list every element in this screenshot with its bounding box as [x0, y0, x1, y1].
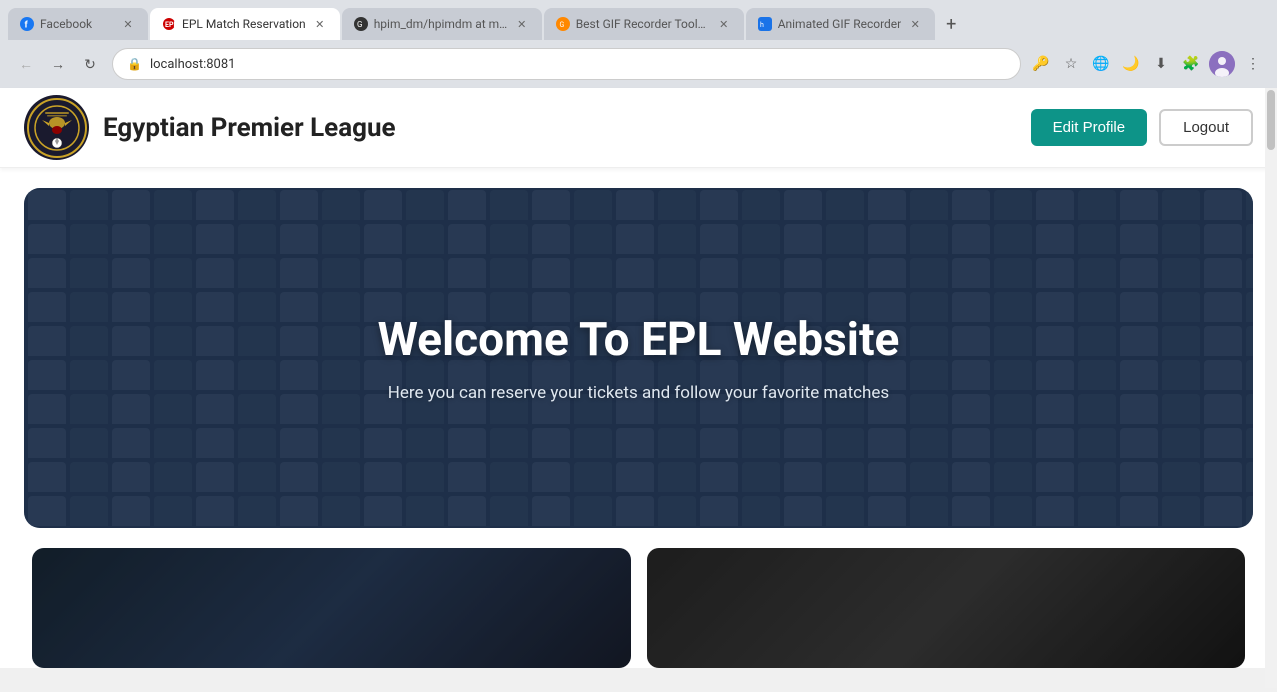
- gif-tools-favicon: G: [556, 17, 570, 31]
- download-icon[interactable]: ⬇: [1149, 52, 1173, 76]
- card-right-overlay: [647, 548, 1246, 668]
- svg-text:h: h: [760, 21, 764, 29]
- profile-avatar[interactable]: [1209, 51, 1235, 77]
- tab-bar: f Facebook ✕ EPL EPL Match Reservation ✕: [0, 0, 1277, 40]
- tab-github-title: hpim_dm/hpimdm at ma...: [374, 17, 508, 31]
- bottom-card-right[interactable]: [647, 548, 1246, 668]
- url-text: localhost:8081: [150, 57, 1006, 72]
- tab-gif-recorder-title: Animated GIF Recorder: [778, 17, 902, 31]
- navbar-actions: Edit Profile Logout: [1031, 109, 1253, 146]
- hero-section: Welcome To EPL Website Here you can rese…: [24, 188, 1253, 528]
- browser-actions: 🔑 ☆ 🌐 🌙 ⬇ 🧩 ⋮: [1029, 51, 1265, 77]
- hero-subtitle: Here you can reserve your tickets and fo…: [378, 383, 900, 403]
- tab-gif-tools-close[interactable]: ✕: [716, 16, 732, 32]
- tab-gif-tools[interactable]: G Best GIF Recorder Tools... ✕: [544, 8, 744, 40]
- browser-chrome: f Facebook ✕ EPL EPL Match Reservation ✕: [0, 0, 1277, 88]
- dark-mode-icon[interactable]: 🌙: [1119, 52, 1143, 76]
- address-bar: ← → ↻ 🔒 localhost:8081 🔑 ☆ 🌐 🌙 ⬇ 🧩 ⋮: [0, 40, 1277, 88]
- scrollbar[interactable]: [1265, 88, 1277, 688]
- hero-background: Welcome To EPL Website Here you can rese…: [24, 188, 1253, 528]
- edit-profile-button[interactable]: Edit Profile: [1031, 109, 1148, 146]
- tab-facebook-close[interactable]: ✕: [120, 16, 136, 32]
- epl-logo: [24, 95, 89, 160]
- tab-gif-recorder-close[interactable]: ✕: [907, 16, 923, 32]
- bottom-card-left[interactable]: [32, 548, 631, 668]
- tab-facebook-title: Facebook: [40, 17, 114, 31]
- translate-icon[interactable]: 🌐: [1089, 52, 1113, 76]
- tab-gif-tools-title: Best GIF Recorder Tools...: [576, 17, 710, 31]
- tab-epl-close[interactable]: ✕: [312, 16, 328, 32]
- card-left-overlay: [32, 548, 631, 668]
- navbar: Egyptian Premier League Edit Profile Log…: [0, 88, 1277, 168]
- website-content: Egyptian Premier League Edit Profile Log…: [0, 88, 1277, 668]
- logout-button[interactable]: Logout: [1159, 109, 1253, 146]
- svg-text:EPL: EPL: [165, 21, 176, 29]
- tab-facebook[interactable]: f Facebook ✕: [8, 8, 148, 40]
- url-bar[interactable]: 🔒 localhost:8081: [112, 48, 1021, 80]
- forward-button[interactable]: →: [44, 50, 72, 78]
- back-button[interactable]: ←: [12, 50, 40, 78]
- tab-github-close[interactable]: ✕: [514, 16, 530, 32]
- bookmark-icon[interactable]: ☆: [1059, 52, 1083, 76]
- svg-text:G: G: [559, 21, 564, 29]
- gif-recorder-favicon: h: [758, 17, 772, 31]
- svg-text:G: G: [357, 20, 362, 29]
- extensions-icon[interactable]: 🧩: [1179, 52, 1203, 76]
- epl-favicon: EPL: [162, 17, 176, 31]
- password-manager-icon[interactable]: 🔑: [1029, 52, 1053, 76]
- reload-button[interactable]: ↻: [76, 50, 104, 78]
- facebook-favicon: f: [20, 17, 34, 31]
- menu-icon[interactable]: ⋮: [1241, 52, 1265, 76]
- logo-svg: [27, 98, 87, 158]
- brand-name: Egyptian Premier League: [103, 113, 396, 143]
- navbar-brand: Egyptian Premier League: [24, 95, 1031, 160]
- lock-icon: 🔒: [127, 57, 142, 71]
- tab-epl[interactable]: EPL EPL Match Reservation ✕: [150, 8, 340, 40]
- tab-epl-title: EPL Match Reservation: [182, 17, 306, 31]
- bottom-cards: [24, 548, 1253, 668]
- new-tab-button[interactable]: +: [937, 10, 965, 38]
- scrollbar-thumb[interactable]: [1267, 90, 1275, 150]
- hero-content: Welcome To EPL Website Here you can rese…: [378, 313, 900, 403]
- nav-buttons: ← → ↻: [12, 50, 104, 78]
- tab-github[interactable]: G hpim_dm/hpimdm at ma... ✕: [342, 8, 542, 40]
- github-favicon: G: [354, 17, 368, 31]
- hero-title: Welcome To EPL Website: [378, 313, 900, 367]
- tab-gif-recorder[interactable]: h Animated GIF Recorder ✕: [746, 8, 936, 40]
